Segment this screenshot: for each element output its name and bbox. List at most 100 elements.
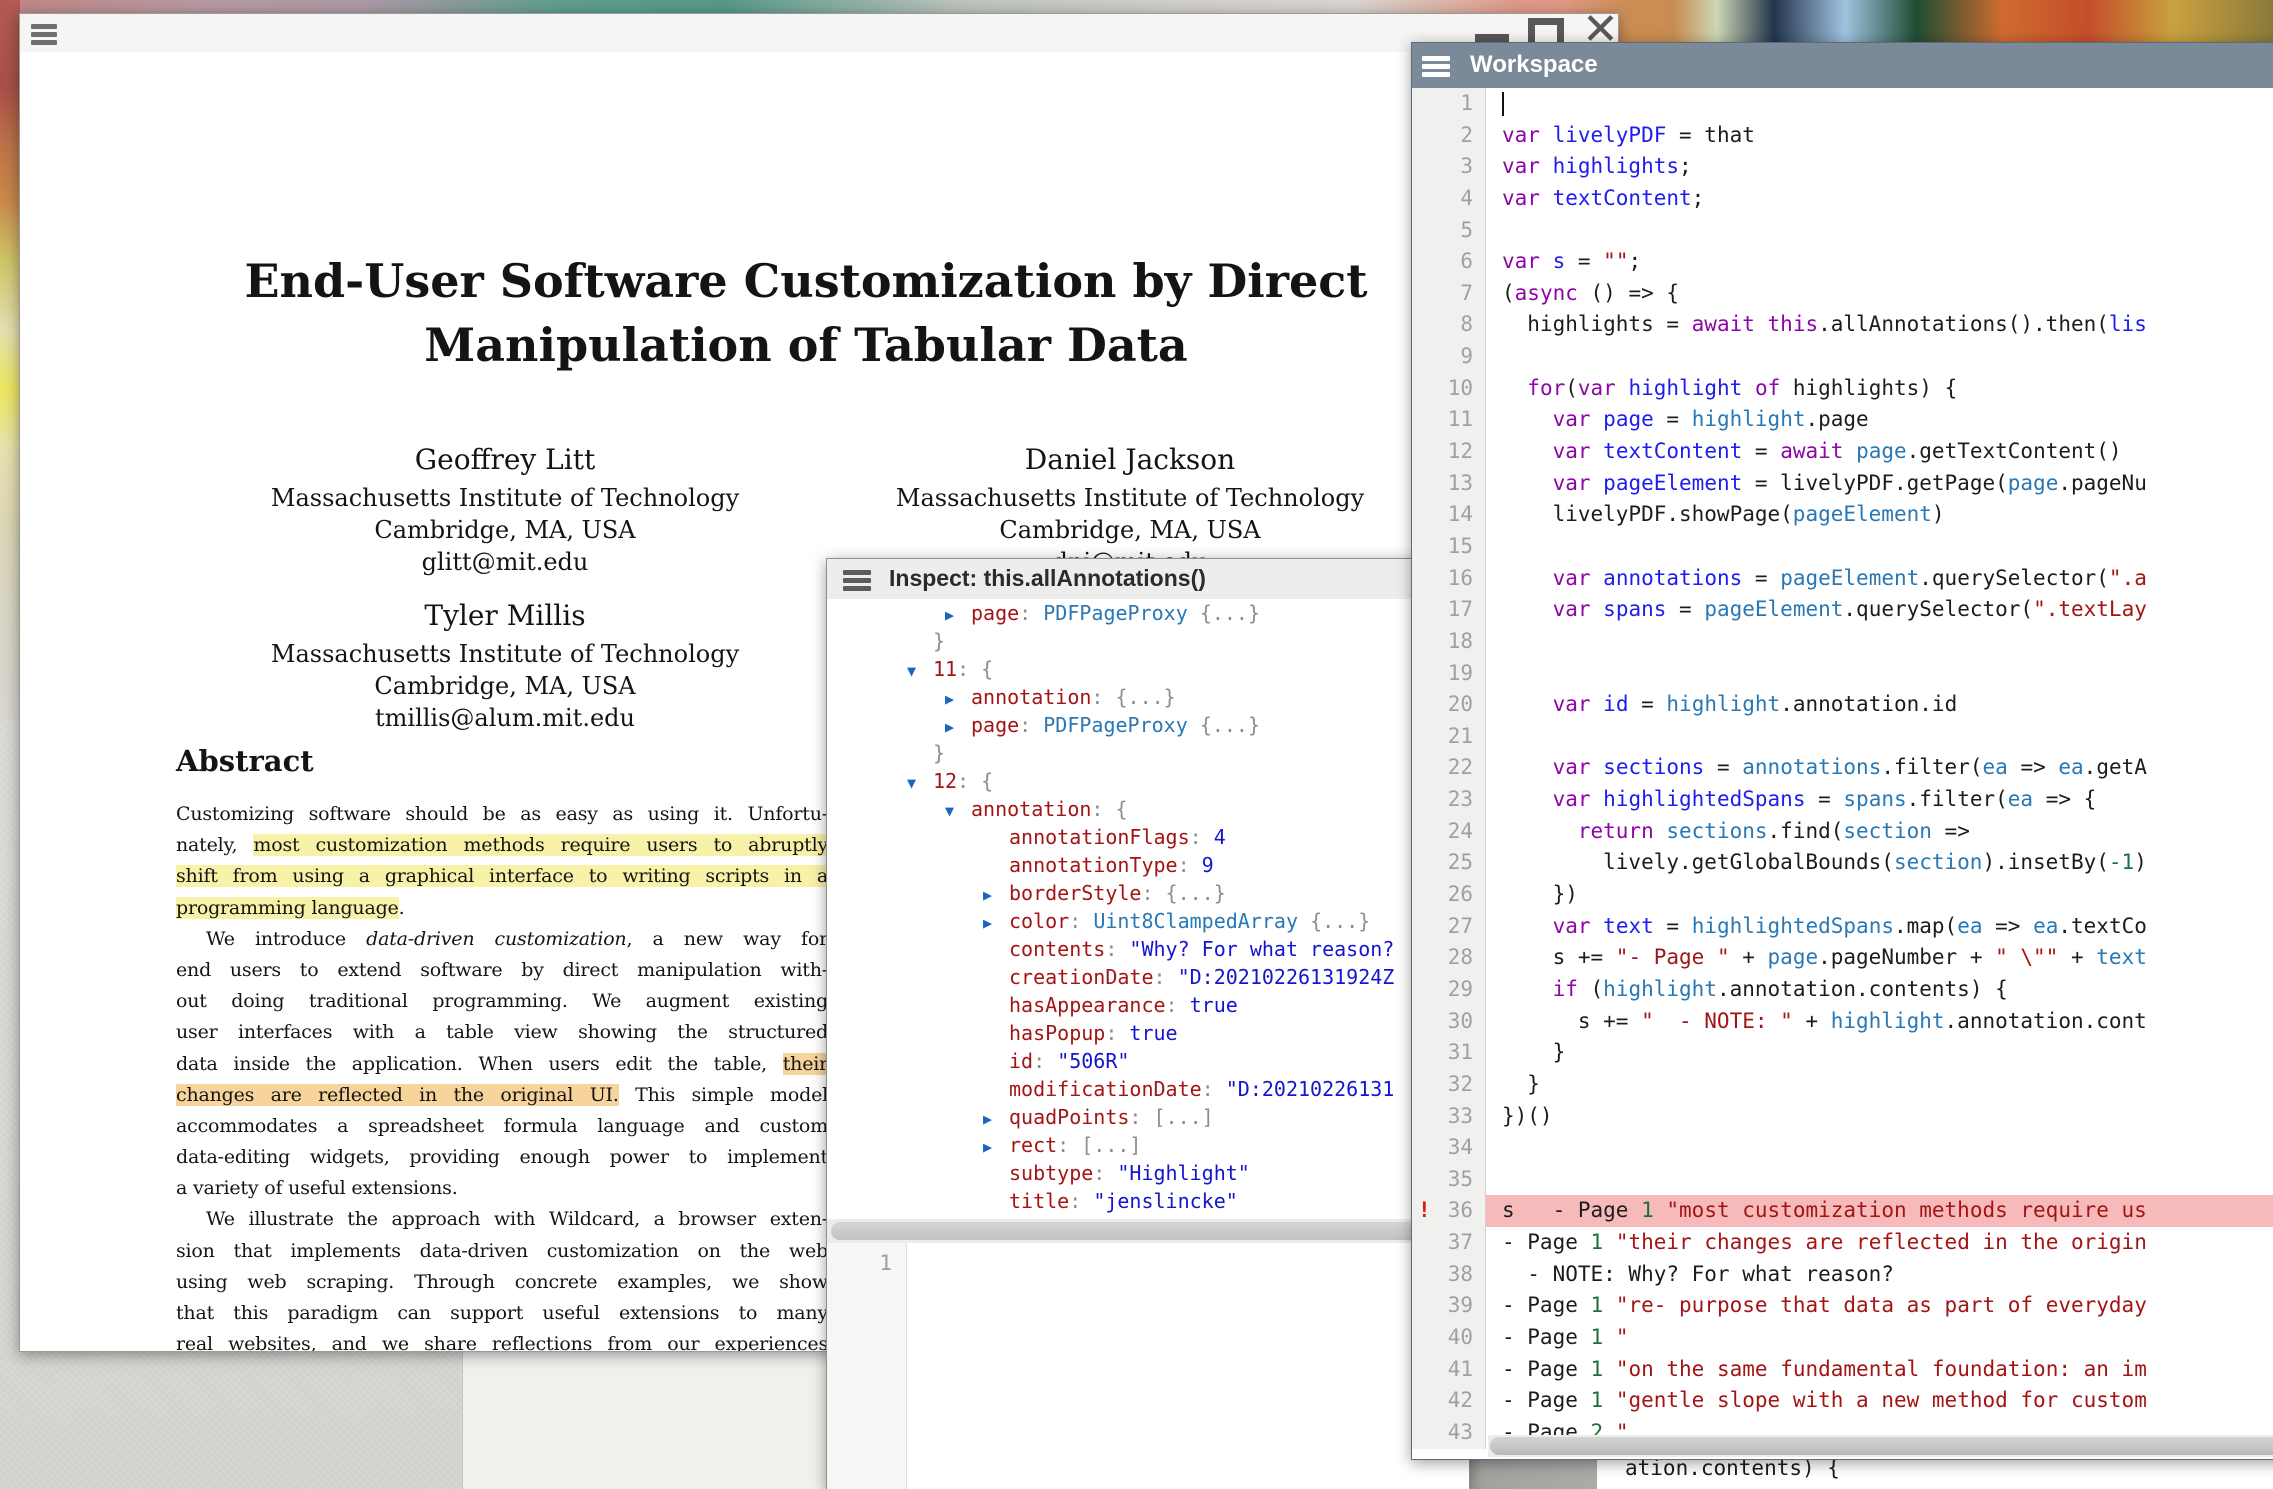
code-line-source[interactable]: } <box>1486 1069 2273 1101</box>
expand-icon[interactable]: ▶ <box>983 1105 1009 1133</box>
code-line-source[interactable]: var page = highlight.page <box>1486 404 2273 436</box>
inspector-tree-row[interactable]: annotationFlags: 4 <box>827 823 1469 851</box>
menu-icon[interactable] <box>31 21 57 48</box>
code-line-source[interactable]: var sections = annotations.filter(ea => … <box>1486 752 2273 784</box>
code-line-source[interactable]: if (highlight.annotation.contents) { <box>1486 974 2273 1006</box>
menu-icon[interactable] <box>843 567 869 594</box>
inspector-tree-row[interactable]: } <box>827 739 1469 767</box>
code-line-source[interactable] <box>1486 658 2273 690</box>
code-line-source[interactable]: s - Page 1 "most customization methods r… <box>1486 1195 2273 1227</box>
inspector-tree-row[interactable]: title: "jenslincke" <box>827 1187 1469 1215</box>
code-line-source[interactable]: } <box>1486 1037 2273 1069</box>
code-line-source[interactable]: return sections.find(section => <box>1486 816 2273 848</box>
inspector-code-pane[interactable]: 1 <box>827 1243 1469 1489</box>
code-line[interactable]: 4var textContent; <box>1412 183 2273 215</box>
inspector-tree-row[interactable]: ▼12: { <box>827 767 1469 795</box>
code-line-source[interactable]: var spans = pageElement.querySelector(".… <box>1486 594 2273 626</box>
inspector-tree-row[interactable]: ▶rect: [...] <box>827 1131 1469 1159</box>
code-line-source[interactable] <box>1486 1164 2273 1196</box>
collapse-icon[interactable]: ▼ <box>907 657 933 685</box>
code-line-source[interactable]: - Page 1 "their changes are reflected in… <box>1486 1227 2273 1259</box>
workspace-titlebar[interactable]: Workspace <box>1412 43 2273 88</box>
error-marker-icon[interactable]: ! <box>1418 1195 1431 1227</box>
inspector-tree-row[interactable]: modificationDate: "D:20210226131 <box>827 1075 1469 1103</box>
code-line[interactable]: 13 var pageElement = livelyPDF.getPage(p… <box>1412 468 2273 500</box>
code-line-source[interactable]: - Page 1 "re- purpose that data as part … <box>1486 1290 2273 1322</box>
inspector-tree-row[interactable]: hasAppearance: true <box>827 991 1469 1019</box>
code-line-source[interactable]: (async () => { <box>1486 278 2273 310</box>
expand-icon[interactable]: ▶ <box>945 601 971 629</box>
expand-icon[interactable]: ▶ <box>983 909 1009 937</box>
inspector-tree-row[interactable]: ▶color: Uint8ClampedArray {...} <box>827 907 1469 935</box>
inspector-tree-row[interactable]: id: "506R" <box>827 1047 1469 1075</box>
code-line-source[interactable]: s += " - NOTE: " + highlight.annotation.… <box>1486 1006 2273 1038</box>
inspector-tree-row[interactable]: ▼annotation: { <box>827 795 1469 823</box>
code-line[interactable]: 5 <box>1412 215 2273 247</box>
code-line-source[interactable] <box>1486 626 2273 658</box>
code-line[interactable]: !36s - Page 1 "most customization method… <box>1412 1195 2273 1227</box>
code-line-source[interactable]: var livelyPDF = that <box>1486 120 2273 152</box>
inspector-tree-row[interactable]: ▶quadPoints: [...] <box>827 1103 1469 1131</box>
collapse-icon[interactable]: ▼ <box>907 769 933 797</box>
menu-icon[interactable] <box>1422 53 1448 80</box>
inspector-tree-row[interactable]: annotationType: 9 <box>827 851 1469 879</box>
code-line[interactable]: 8 highlights = await this.allAnnotations… <box>1412 309 2273 341</box>
workspace-horizontal-scrollbar[interactable] <box>1488 1435 2273 1457</box>
workspace-code-editor[interactable]: 12var livelyPDF = that3var highlights;4v… <box>1412 88 2273 1459</box>
code-line-source[interactable] <box>1486 215 2273 247</box>
code-line[interactable]: 31 } <box>1412 1037 2273 1069</box>
code-line[interactable]: 12 var textContent = await page.getTextC… <box>1412 436 2273 468</box>
inspector-tree-row[interactable]: } <box>827 627 1469 655</box>
code-line[interactable]: 10 for(var highlight of highlights) { <box>1412 373 2273 405</box>
code-line[interactable]: 14 livelyPDF.showPage(pageElement) <box>1412 499 2273 531</box>
pdf-window-titlebar[interactable]: ✕ <box>20 14 1618 53</box>
code-line[interactable]: 21 <box>1412 721 2273 753</box>
code-line-source[interactable]: lively.getGlobalBounds(section).insetBy(… <box>1486 847 2273 879</box>
code-line[interactable]: 32 } <box>1412 1069 2273 1101</box>
code-line[interactable]: 26 }) <box>1412 879 2273 911</box>
code-line[interactable]: 20 var id = highlight.annotation.id <box>1412 689 2273 721</box>
code-line[interactable]: 19 <box>1412 658 2273 690</box>
expand-icon[interactable]: ▶ <box>945 685 971 713</box>
code-line[interactable]: 42- Page 1 "gentle slope with a new meth… <box>1412 1385 2273 1417</box>
expand-icon[interactable]: ▶ <box>983 1133 1009 1161</box>
code-line[interactable]: 2var livelyPDF = that <box>1412 120 2273 152</box>
code-line-source[interactable] <box>1486 341 2273 373</box>
code-line[interactable]: 33})() <box>1412 1101 2273 1133</box>
inspector-tree-row[interactable]: contents: "Why? For what reason? <box>827 935 1469 963</box>
scrollbar-thumb[interactable] <box>1490 1437 2273 1455</box>
code-line-source[interactable]: s += "- Page " + page.pageNumber + " \""… <box>1486 942 2273 974</box>
code-line-source[interactable]: var highlights; <box>1486 151 2273 183</box>
code-line[interactable]: 40- Page 1 " <box>1412 1322 2273 1354</box>
code-line[interactable]: 7(async () => { <box>1412 278 2273 310</box>
code-line[interactable]: 22 var sections = annotations.filter(ea … <box>1412 752 2273 784</box>
code-line-source[interactable]: - Page 1 " <box>1486 1322 2273 1354</box>
code-line-source[interactable]: var highlightedSpans = spans.filter(ea =… <box>1486 784 2273 816</box>
code-line-source[interactable]: var annotations = pageElement.querySelec… <box>1486 563 2273 595</box>
code-line[interactable]: 27 var text = highlightedSpans.map(ea =>… <box>1412 911 2273 943</box>
collapse-icon[interactable]: ▼ <box>945 797 971 825</box>
code-line[interactable]: 41- Page 1 "on the same fundamental foun… <box>1412 1354 2273 1386</box>
code-line[interactable]: 29 if (highlight.annotation.contents) { <box>1412 974 2273 1006</box>
code-line[interactable]: 38 - NOTE: Why? For what reason? <box>1412 1259 2273 1291</box>
code-line[interactable]: 6var s = ""; <box>1412 246 2273 278</box>
code-line-source[interactable]: for(var highlight of highlights) { <box>1486 373 2273 405</box>
inspector-tree-row[interactable]: subtype: "Highlight" <box>827 1159 1469 1187</box>
code-line[interactable]: 18 <box>1412 626 2273 658</box>
code-line-source[interactable]: - Page 1 "on the same fundamental founda… <box>1486 1354 2273 1386</box>
code-line-source[interactable]: var textContent; <box>1486 183 2273 215</box>
inspector-tree-row[interactable]: ▶page: PDFPageProxy {...} <box>827 599 1469 627</box>
inspector-tree-row[interactable]: ▼11: { <box>827 655 1469 683</box>
code-line-source[interactable]: livelyPDF.showPage(pageElement) <box>1486 499 2273 531</box>
expand-icon[interactable]: ▶ <box>945 713 971 741</box>
code-line[interactable]: 3var highlights; <box>1412 151 2273 183</box>
code-line[interactable]: 24 return sections.find(section => <box>1412 816 2273 848</box>
code-line-source[interactable] <box>1486 531 2273 563</box>
code-line[interactable]: 37- Page 1 "their changes are reflected … <box>1412 1227 2273 1259</box>
code-line[interactable]: 34 <box>1412 1132 2273 1164</box>
inspector-tree-row[interactable]: creationDate: "D:20210226131924Z <box>827 963 1469 991</box>
inspector-tree-row[interactable]: ▶annotation: {...} <box>827 683 1469 711</box>
expand-icon[interactable]: ▶ <box>983 881 1009 909</box>
code-line-source[interactable]: - Page 1 "gentle slope with a new method… <box>1486 1385 2273 1417</box>
code-line[interactable]: 23 var highlightedSpans = spans.filter(e… <box>1412 784 2273 816</box>
